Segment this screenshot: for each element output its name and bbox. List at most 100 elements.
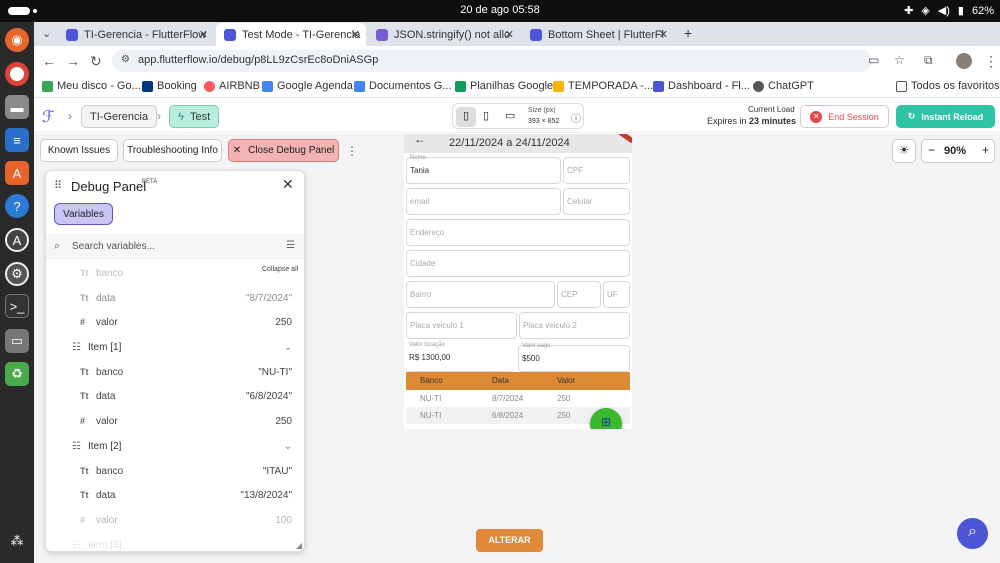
variable-row[interactable]: Tt banco: [46, 261, 304, 285]
theme-toggle-icon[interactable]: ☀: [892, 139, 916, 163]
bookmark-item[interactable]: Google Agenda: [262, 80, 353, 92]
variable-row[interactable]: # valor 100: [46, 508, 304, 532]
variable-row[interactable]: Tt data "8/7/2024": [46, 286, 304, 310]
wifi-icon[interactable]: ◈: [921, 4, 929, 17]
variable-row[interactable]: Tt data "13/8/2024": [46, 483, 304, 507]
variable-row[interactable]: Tt banco "ITAU": [46, 459, 304, 483]
document-icon[interactable]: ≡: [5, 128, 29, 152]
table-row[interactable]: NU-TI 8/7/2024 250: [406, 390, 630, 407]
extensions-icon[interactable]: ⧉: [924, 53, 933, 68]
close-icon[interactable]: ✕: [199, 28, 208, 41]
drag-handle-icon[interactable]: ⠿: [54, 179, 62, 192]
help-icon[interactable]: ?: [5, 194, 29, 218]
site-info-icon[interactable]: ⚙: [121, 54, 130, 65]
troubleshooting-button[interactable]: Troubleshooting Info: [123, 139, 222, 162]
variable-row[interactable]: Tt data "6/8/2024": [46, 384, 304, 408]
clock[interactable]: 20 de ago 05:58: [0, 4, 1000, 16]
variables-tab[interactable]: Variables: [54, 203, 113, 225]
avatar[interactable]: [956, 53, 972, 69]
placa1-field[interactable]: Placa veiculo 1: [406, 312, 517, 339]
software-updater-icon[interactable]: A: [5, 228, 29, 252]
variable-row[interactable]: Tt banco "NU-TI": [46, 360, 304, 384]
show-apps-icon[interactable]: ⁂: [5, 529, 29, 553]
app-center-icon[interactable]: A: [5, 161, 29, 185]
reload-icon[interactable]: ↻: [90, 53, 102, 70]
uf-field[interactable]: UF: [603, 281, 630, 308]
chevron-down-icon[interactable]: ⌄: [284, 342, 292, 353]
variable-row[interactable]: # valor 250: [46, 409, 304, 433]
cidade-field[interactable]: Cidade: [406, 250, 630, 277]
tab-search-icon[interactable]: ⌄: [42, 27, 51, 40]
more-vert-icon[interactable]: ⋮: [346, 144, 358, 158]
bairro-field[interactable]: Bairro: [406, 281, 555, 308]
settings-icon[interactable]: ⚙: [5, 262, 29, 286]
tab-flutterflow[interactable]: TI-Gerencia - FlutterFlow ✕: [58, 23, 214, 46]
list-item-header[interactable]: ☷ Item [1] ⌄: [46, 335, 304, 359]
zoom-out-icon[interactable]: −: [928, 143, 935, 157]
url-field[interactable]: ⚙ app.flutterflow.io/debug/p8LL9zCsrEc8o…: [112, 50, 872, 72]
placa2-field[interactable]: Placa veiculo 2: [519, 312, 630, 339]
bookmark-item[interactable]: ChatGPT: [753, 80, 814, 92]
terminal-icon[interactable]: >_: [5, 294, 29, 318]
close-icon[interactable]: ✕: [351, 28, 360, 41]
bookmark-star-icon[interactable]: ☆: [894, 53, 905, 67]
trash-icon[interactable]: ♻: [5, 362, 29, 386]
email-field[interactable]: email: [406, 188, 561, 215]
valor-locacao-field[interactable]: Valor locação R$ 1300,00: [406, 342, 514, 372]
cep-field[interactable]: CEP: [557, 281, 601, 308]
instant-reload-button[interactable]: ↻ Instant Reload: [896, 105, 995, 128]
accessibility-icon[interactable]: ✚: [904, 4, 913, 17]
tab-json-stringify[interactable]: JSON.stringify() not allo ✕: [368, 23, 520, 46]
variable-row[interactable]: # valor 250: [46, 310, 304, 334]
test-mode-crumb[interactable]: ϟ Test: [169, 105, 220, 128]
resize-handle-icon[interactable]: ◢: [296, 541, 302, 550]
endereco-field[interactable]: Endereço: [406, 219, 630, 246]
back-arrow-icon[interactable]: ←: [414, 134, 426, 146]
files-icon[interactable]: ▬: [5, 95, 29, 119]
chevron-down-icon[interactable]: ⌄: [284, 441, 292, 452]
info-icon[interactable]: ⓘ: [571, 110, 581, 125]
close-debug-panel-button[interactable]: ✕ Close Debug Panel: [228, 139, 339, 162]
back-icon[interactable]: ←: [42, 53, 56, 69]
firefox-icon[interactable]: ◉: [5, 28, 29, 52]
celular-field[interactable]: Celular: [563, 188, 630, 215]
search-input[interactable]: Search variables...: [72, 241, 155, 252]
battery-icon[interactable]: ▮: [958, 4, 964, 17]
valor-pago-field[interactable]: Valor pago $500: [518, 343, 630, 372]
bookmark-item[interactable]: Dashboard - Fl...: [653, 80, 750, 92]
list-item-header[interactable]: ☷ Item [2] ⌄: [46, 434, 304, 458]
name-field[interactable]: Nome Tania: [406, 155, 561, 184]
project-crumb[interactable]: TI-Gerencia: [81, 105, 158, 128]
all-bookmarks[interactable]: Todos os favoritos: [896, 80, 1000, 92]
new-tab-button[interactable]: +: [684, 25, 692, 41]
bookmark-item[interactable]: TEMPORADA -...: [553, 80, 653, 92]
bookmark-item[interactable]: Booking: [142, 80, 197, 92]
end-session-button[interactable]: ✕ End Session: [800, 105, 889, 128]
bookmark-item[interactable]: Planilhas Google: [455, 80, 553, 92]
cast-icon[interactable]: ▭: [868, 53, 879, 67]
close-icon[interactable]: ✕: [282, 176, 294, 193]
known-issues-button[interactable]: Known Issues: [40, 139, 118, 162]
bookmark-item[interactable]: AIRBNB: [204, 80, 260, 92]
chrome-icon[interactable]: [5, 62, 29, 86]
filter-icon[interactable]: ☰: [286, 240, 295, 251]
volume-icon[interactable]: ◀): [938, 4, 950, 17]
bookmark-item[interactable]: Documentos G...: [354, 80, 452, 92]
flutterflow-logo-icon[interactable]: ℱ: [42, 107, 55, 127]
disk-icon[interactable]: ▭: [5, 329, 29, 353]
desktop-icon[interactable]: ▭: [505, 109, 515, 122]
zoom-in-icon[interactable]: +: [982, 143, 989, 157]
list-item-header[interactable]: ☷ Item [3]: [46, 533, 304, 551]
alterar-button[interactable]: ALTERAR: [476, 529, 543, 552]
tab-test-mode[interactable]: Test Mode - TI-Gerencia ✕: [216, 23, 366, 46]
help-search-icon[interactable]: ⌕: [957, 518, 988, 549]
cpf-field[interactable]: CPF: [563, 157, 630, 184]
close-icon[interactable]: ✕: [505, 28, 514, 41]
phone-icon[interactable]: ▯: [456, 107, 476, 127]
tablet-icon[interactable]: ▯: [483, 109, 489, 122]
tab-bottom-sheet[interactable]: Bottom Sheet | FlutterFl ✕: [522, 23, 674, 46]
close-icon[interactable]: ✕: [659, 28, 668, 41]
forward-icon[interactable]: →: [66, 53, 80, 69]
bookmark-item[interactable]: Meu disco - Go...: [42, 80, 141, 92]
menu-dots-icon[interactable]: ⋮: [984, 53, 998, 70]
